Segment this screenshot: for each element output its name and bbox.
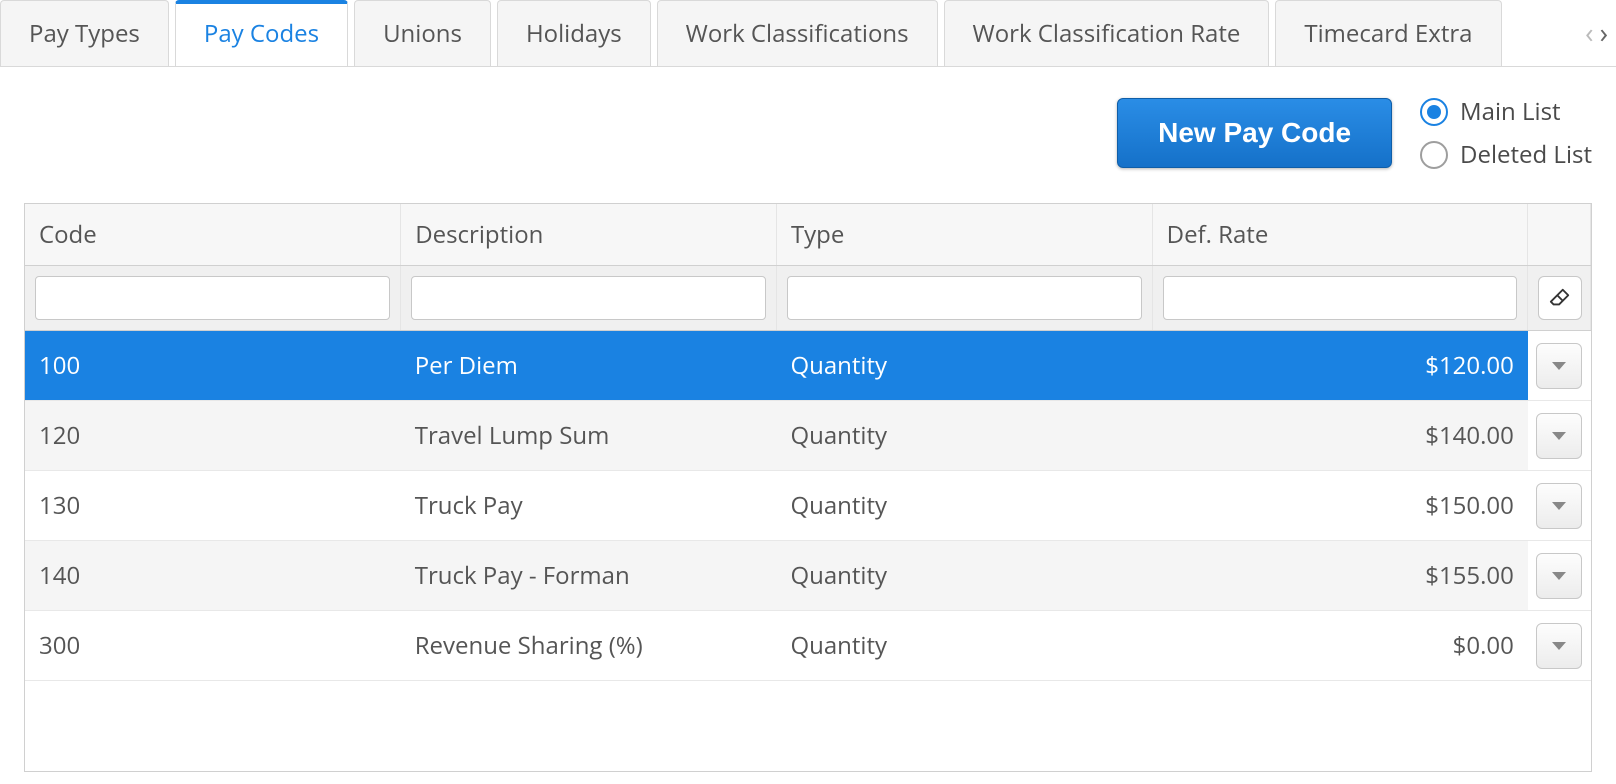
row-menu-button[interactable]: [1536, 413, 1582, 459]
clear-filters-button[interactable]: [1538, 276, 1582, 320]
cell-type: Quantity: [776, 471, 1152, 541]
cell-description: Truck Pay: [401, 471, 777, 541]
row-action-cell: [1528, 331, 1591, 401]
row-menu-button[interactable]: [1536, 553, 1582, 599]
filter-type-input[interactable]: [787, 276, 1142, 320]
tab-bar: Pay TypesPay CodesUnionsHolidaysWork Cla…: [0, 0, 1616, 67]
radio-main-list[interactable]: Main List: [1420, 95, 1592, 128]
chevron-down-icon: [1552, 642, 1566, 650]
row-menu-button[interactable]: [1536, 343, 1582, 389]
radio-label: Main List: [1460, 95, 1561, 128]
cell-type: Quantity: [776, 401, 1152, 471]
tab-pay-codes[interactable]: Pay Codes: [175, 0, 348, 67]
filter-def-rate-input[interactable]: [1163, 276, 1518, 320]
eraser-icon: [1549, 287, 1571, 309]
table-empty-area: [25, 681, 1591, 771]
tab-unions[interactable]: Unions: [354, 0, 491, 66]
row-action-cell: [1528, 611, 1591, 681]
col-header-def-rate[interactable]: Def. Rate: [1152, 204, 1528, 266]
chevron-down-icon: [1552, 572, 1566, 580]
table-body: 100Per DiemQuantity$120.00120Travel Lump…: [25, 331, 1591, 681]
table-row[interactable]: 140Truck Pay - FormanQuantity$155.00: [25, 541, 1591, 611]
tab-holidays[interactable]: Holidays: [497, 0, 651, 66]
cell-description: Truck Pay - Forman: [401, 541, 777, 611]
tab-timecard-extra[interactable]: Timecard Extra: [1275, 0, 1501, 66]
row-action-cell: [1528, 541, 1591, 611]
row-action-cell: [1528, 471, 1591, 541]
row-menu-button[interactable]: [1536, 483, 1582, 529]
new-pay-code-button[interactable]: New Pay Code: [1117, 98, 1392, 168]
tab-work-classification-rate[interactable]: Work Classification Rate: [944, 0, 1270, 66]
cell-code: 100: [25, 331, 401, 401]
col-header-actions: [1528, 204, 1591, 266]
table-row[interactable]: 120Travel Lump SumQuantity$140.00: [25, 401, 1591, 471]
tab-pay-types[interactable]: Pay Types: [0, 0, 169, 66]
cell-def_rate: $155.00: [1152, 541, 1528, 611]
tab-work-classifications[interactable]: Work Classifications: [657, 0, 938, 66]
cell-def_rate: $140.00: [1152, 401, 1528, 471]
table-row[interactable]: 100Per DiemQuantity$120.00: [25, 331, 1591, 401]
table-header-row: Code Description Type Def. Rate: [25, 204, 1591, 266]
cell-code: 130: [25, 471, 401, 541]
chevron-down-icon: [1552, 502, 1566, 510]
toolbar: New Pay Code Main List Deleted List: [0, 67, 1616, 183]
cell-code: 300: [25, 611, 401, 681]
cell-def_rate: $150.00: [1152, 471, 1528, 541]
cell-code: 140: [25, 541, 401, 611]
col-header-type[interactable]: Type: [776, 204, 1152, 266]
row-menu-button[interactable]: [1536, 623, 1582, 669]
cell-type: Quantity: [776, 331, 1152, 401]
tab-scroll-left[interactable]: ‹: [1585, 14, 1593, 52]
cell-def_rate: $0.00: [1152, 611, 1528, 681]
chevron-down-icon: [1552, 362, 1566, 370]
radio-icon: [1420, 141, 1448, 169]
filter-code-input[interactable]: [35, 276, 390, 320]
list-filter-radio-group: Main List Deleted List: [1420, 95, 1592, 171]
tab-scroll-nav: ‹ ›: [1577, 0, 1616, 66]
table-row[interactable]: 130Truck PayQuantity$150.00: [25, 471, 1591, 541]
cell-type: Quantity: [776, 541, 1152, 611]
cell-description: Per Diem: [401, 331, 777, 401]
radio-label: Deleted List: [1460, 138, 1592, 171]
cell-description: Revenue Sharing (%): [401, 611, 777, 681]
col-header-code[interactable]: Code: [25, 204, 401, 266]
cell-description: Travel Lump Sum: [401, 401, 777, 471]
tab-scroll-right[interactable]: ›: [1600, 14, 1608, 52]
radio-deleted-list[interactable]: Deleted List: [1420, 138, 1592, 171]
chevron-down-icon: [1552, 432, 1566, 440]
row-action-cell: [1528, 401, 1591, 471]
filter-description-input[interactable]: [411, 276, 766, 320]
cell-type: Quantity: [776, 611, 1152, 681]
table-row[interactable]: 300Revenue Sharing (%)Quantity$0.00: [25, 611, 1591, 681]
cell-def_rate: $120.00: [1152, 331, 1528, 401]
col-header-description[interactable]: Description: [401, 204, 777, 266]
radio-icon: [1420, 98, 1448, 126]
filter-row: [25, 266, 1591, 331]
pay-codes-table: Code Description Type Def. Rate: [24, 203, 1592, 772]
cell-code: 120: [25, 401, 401, 471]
